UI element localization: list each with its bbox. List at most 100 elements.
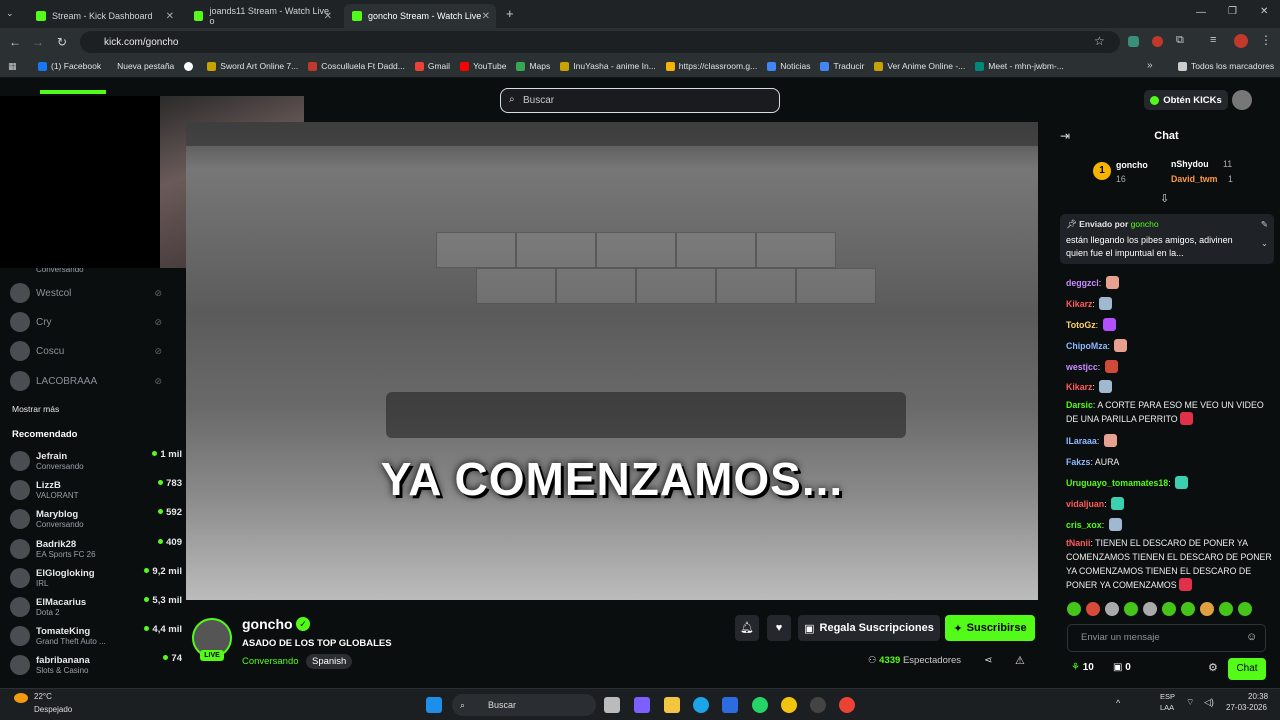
chat-username[interactable]: TotoGz <box>1066 320 1096 330</box>
kicks-balance[interactable]: ⚘ 10 <box>1071 662 1094 673</box>
leaderboard-name[interactable]: David_twm <box>1171 174 1217 184</box>
leaderboard-name[interactable]: goncho <box>1116 160 1148 170</box>
gifts-balance[interactable]: ▣ 0 <box>1113 662 1131 673</box>
gear-icon[interactable]: ⚙ <box>1208 661 1218 674</box>
emote-icon[interactable] <box>1162 602 1176 616</box>
close-icon[interactable]: ✕ <box>482 11 490 22</box>
reload-icon[interactable]: ↻ <box>50 35 74 49</box>
emote-icon[interactable] <box>1219 602 1233 616</box>
emote-icon[interactable] <box>1105 602 1119 616</box>
recommended-channel[interactable]: LizzB VALORANT 783 <box>10 476 182 504</box>
apps-grid-icon[interactable]: ▦ <box>8 61 17 72</box>
file-explorer-icon[interactable] <box>664 697 680 713</box>
menu-kebab-icon[interactable]: ⋮ <box>1260 33 1272 47</box>
whatsapp-icon[interactable] <box>752 697 768 713</box>
share-icon[interactable]: ⋖ <box>984 655 992 666</box>
recommended-channel[interactable]: ElMacarius Dota 2 5,3 mil <box>10 593 182 621</box>
wifi-icon[interactable]: ⌔ <box>1186 697 1194 708</box>
emote-icon[interactable] <box>1143 602 1157 616</box>
emote-icon[interactable] <box>1181 602 1195 616</box>
bookmark-item[interactable]: Nueva pestaña <box>117 61 174 71</box>
emote-icon[interactable] <box>1086 602 1100 616</box>
unpin-icon[interactable]: ✎ <box>1261 219 1268 230</box>
chat-username[interactable]: Fakzs <box>1066 457 1090 467</box>
chat-username[interactable]: tNanii <box>1066 538 1090 548</box>
emote-icon[interactable] <box>1067 602 1081 616</box>
task-view-icon[interactable] <box>604 697 620 713</box>
chevron-down-icon[interactable]: ⌄ <box>1261 238 1268 249</box>
bookmark-item[interactable]: Traducir <box>820 61 864 71</box>
address-bar[interactable]: kick.com/goncho <box>80 31 1120 53</box>
recommended-channel[interactable]: fabribanana Slots & Casino 74 <box>10 651 182 679</box>
send-chat-button[interactable]: Chat <box>1228 658 1266 680</box>
copilot-icon[interactable] <box>634 697 650 713</box>
emote-icon[interactable] <box>1238 602 1252 616</box>
leaderboard-name[interactable]: nShydou <box>1171 159 1209 169</box>
extension-icon[interactable] <box>1152 36 1163 47</box>
chat-username[interactable]: vidaljuan <box>1066 499 1104 509</box>
app-icon[interactable] <box>781 697 797 713</box>
tray-chevron-icon[interactable]: ^ <box>1116 698 1120 708</box>
bookmark-item[interactable]: https://classroom.g... <box>665 61 757 71</box>
sidebar-item-coscu[interactable]: Coscu ⊘ <box>10 337 182 365</box>
channel-name[interactable]: goncho <box>242 616 293 632</box>
pinned-message[interactable]: 📌︎ Enviado por goncho están llegando los… <box>1060 214 1274 264</box>
close-icon[interactable]: ✕ <box>324 11 332 22</box>
maximize-icon[interactable]: ❐ <box>1228 6 1237 17</box>
expand-arrow-icon[interactable]: ⇩ <box>1160 192 1169 205</box>
emoji-icon[interactable]: ☺ <box>1246 631 1257 643</box>
chat-username[interactable]: deggzcl <box>1066 278 1099 288</box>
notification-bell-button[interactable]: 🔔︎ <box>735 615 759 641</box>
bookmark-item[interactable]: InuYasha - anime In... <box>560 61 656 71</box>
tab-search-icon[interactable]: ⌄ <box>6 8 14 19</box>
chat-username[interactable]: cris_xox <box>1066 520 1102 530</box>
chat-username[interactable]: Uruguayo_tomamates18 <box>1066 478 1168 488</box>
recommended-channel[interactable]: Jefrain Conversando 1 mil <box>10 447 182 475</box>
chrome-icon[interactable] <box>839 697 855 713</box>
follow-heart-button[interactable]: ♥ <box>767 615 791 641</box>
bookmark-item[interactable]: Cosculluela Ft Dadd... <box>308 61 405 71</box>
store-icon[interactable] <box>722 697 738 713</box>
recommended-channel[interactable]: ElGlogloking IRL 9,2 mil <box>10 564 182 592</box>
subscribe-button[interactable]: ✦ Suscribirse <box>945 615 1035 641</box>
report-icon[interactable]: ⚠ <box>1015 654 1025 667</box>
bookmark-item[interactable]: Noticias <box>767 61 810 71</box>
video-player[interactable]: YA COMENZAMOS... <box>186 122 1038 600</box>
chat-message-input[interactable]: Enviar un mensaje <box>1067 624 1266 652</box>
chat-username[interactable]: Darsic <box>1066 400 1093 410</box>
chat-username[interactable]: ChipoMza <box>1066 341 1108 351</box>
windows-start-icon[interactable] <box>426 697 442 713</box>
bookmark-item[interactable]: (1) Facebook <box>38 61 101 71</box>
bookmark-item[interactable]: Sword Art Online 7... <box>207 61 298 71</box>
taskbar-search[interactable]: ⌕ Buscar <box>452 694 596 716</box>
show-more-link[interactable]: Mostrar más <box>12 404 59 414</box>
bookmark-item[interactable]: Gmail <box>414 61 450 71</box>
bookmark-item[interactable]: YouTube <box>460 61 506 71</box>
profile-avatar[interactable] <box>1234 34 1248 48</box>
minimize-icon[interactable]: — <box>1196 7 1206 18</box>
close-window-icon[interactable]: ✕ <box>1260 6 1268 17</box>
bookmark-item[interactable] <box>184 61 197 71</box>
bookmark-star-icon[interactable]: ☆ <box>1094 34 1105 48</box>
more-bookmarks-icon[interactable]: » <box>1147 60 1153 71</box>
recommended-channel[interactable]: TomateKing Grand Theft Auto ... 4,4 mil <box>10 622 182 650</box>
weather-desc[interactable]: Despejado <box>34 705 72 714</box>
reading-list-icon[interactable]: ≡ <box>1210 34 1216 46</box>
stream-language-tag[interactable]: Spanish <box>306 654 353 669</box>
tab-joands11[interactable]: joands11 Stream - Watch Live o ✕ <box>186 4 338 28</box>
clock-time[interactable]: 20:38 <box>1248 692 1268 701</box>
new-tab-icon[interactable]: + <box>506 6 514 21</box>
all-bookmarks-folder[interactable]: Todos los marcadores <box>1178 61 1274 71</box>
sidebar-item-lacobraaa[interactable]: LACOBRAAA ⊘ <box>10 367 182 395</box>
sidebar-item-cry[interactable]: Cry ⊘ <box>10 308 182 336</box>
search-input[interactable]: ⌕ Buscar <box>500 88 780 113</box>
input-language[interactable]: ESP <box>1160 692 1175 701</box>
forward-icon[interactable]: → <box>26 35 50 49</box>
chat-username[interactable]: Kikarz <box>1066 299 1092 309</box>
app-icon[interactable] <box>810 697 826 713</box>
emote-icon[interactable] <box>1200 602 1214 616</box>
weather-temp[interactable]: 22°C <box>34 692 52 701</box>
extension-icon[interactable] <box>1128 36 1139 47</box>
tab-kick-dashboard[interactable]: Stream - Kick Dashboard ✕ <box>28 4 180 28</box>
sidebar-item-westcol[interactable]: Westcol ⊘ <box>10 279 182 307</box>
